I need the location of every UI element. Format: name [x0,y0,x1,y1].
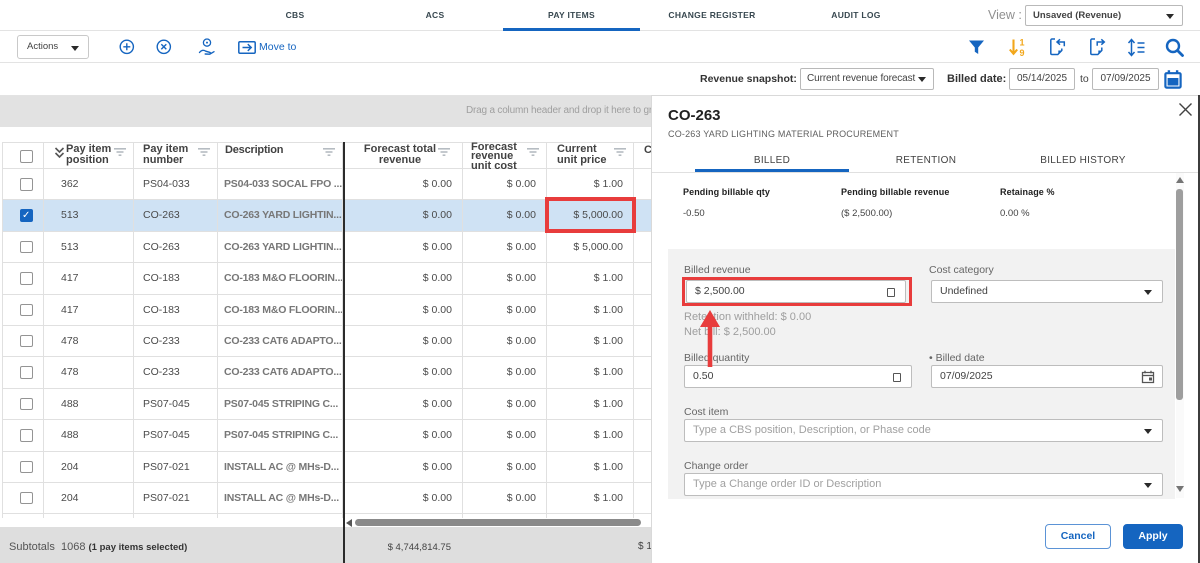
svg-text:9: 9 [1019,48,1024,58]
svg-text:1: 1 [1019,38,1024,48]
